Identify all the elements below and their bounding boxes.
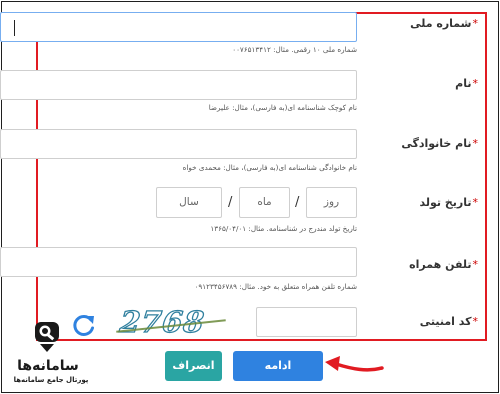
birth-date-label: *تاریخ تولد — [419, 196, 479, 209]
cancel-button[interactable]: انصراف — [165, 351, 222, 381]
birth-date-hint: تاریخ تولد مندرج در شناسنامه. مثال: ۱۳۶۵… — [210, 224, 357, 233]
text-caret — [14, 20, 15, 36]
birth-day-input[interactable]: روز — [306, 187, 357, 218]
next-button[interactable]: ادامه — [233, 351, 323, 381]
mobile-label: *تلفن همراه — [409, 258, 478, 271]
mobile-hint: شماره تلفن همراه متعلق به خود. مثال: ۰۹۱… — [194, 282, 357, 291]
last-name-hint: نام خانوادگی شناسنامه ای(به فارسی)، مثال… — [182, 163, 357, 172]
last-name-input[interactable] — [0, 129, 357, 159]
brand-name: سامانه‌ها — [17, 358, 79, 374]
logo-icon — [35, 322, 59, 352]
mobile-input[interactable] — [0, 247, 357, 277]
form-highlight-box — [36, 12, 487, 341]
refresh-icon[interactable] — [70, 312, 98, 340]
date-separator: / — [228, 195, 233, 210]
first-name-hint: نام کوچک شناسنامه ای(به فارسی)، مثال: عل… — [208, 103, 357, 112]
captcha-input[interactable] — [256, 307, 357, 337]
birth-month-input[interactable]: ماه — [239, 187, 290, 218]
captcha-label: *کد امنیتی — [419, 315, 478, 328]
national-code-input[interactable] — [0, 12, 357, 42]
arrow-icon — [325, 356, 384, 372]
brand-tagline: پورتال جامع سامانه‌ها — [13, 376, 89, 384]
national-code-hint: شماره ملی ۱۰ رقمی. مثال: ۰۰۷۶۵۱۳۴۱۲ — [232, 45, 357, 54]
first-name-label: *نام — [455, 77, 478, 90]
date-separator: / — [295, 195, 300, 210]
first-name-input[interactable] — [0, 70, 357, 100]
national-code-label: *شماره ملی — [410, 17, 478, 30]
birth-year-input[interactable]: سال — [156, 187, 222, 218]
last-name-label: *نام خانوادگی — [401, 137, 478, 150]
